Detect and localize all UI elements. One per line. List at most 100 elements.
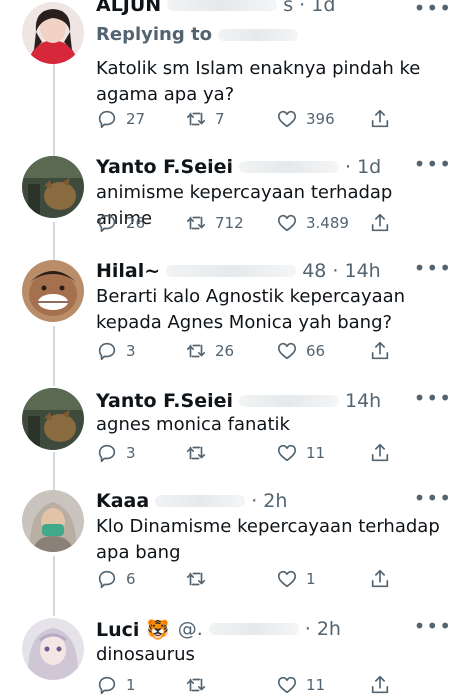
avatar[interactable] <box>22 156 84 218</box>
tweet-actions: 1 11 <box>96 674 454 700</box>
author-handle-blurred <box>155 495 246 507</box>
share-button[interactable] <box>369 674 391 696</box>
reply-icon <box>98 214 116 233</box>
tweet[interactable]: Yanto F.Seiei 14h ••• agnes monica fanat… <box>0 386 474 486</box>
avatar[interactable] <box>22 490 84 552</box>
tweet-timestamp[interactable]: 14h <box>345 390 381 412</box>
retweet-button[interactable] <box>185 568 215 590</box>
author-name[interactable]: Luci 🐯 <box>96 618 170 641</box>
retweet-button[interactable] <box>185 674 215 696</box>
reply-icon <box>98 570 116 589</box>
more-options-icon[interactable]: ••• <box>414 488 452 508</box>
avatar[interactable] <box>22 2 84 64</box>
tweet-actions: 6 1 <box>96 568 454 594</box>
tweet-timestamp[interactable]: · 2h <box>251 490 287 512</box>
retweet-icon <box>186 344 206 358</box>
share-icon <box>371 341 389 360</box>
retweet-button[interactable]: 26 <box>185 340 234 362</box>
reply-button[interactable]: 26 <box>96 212 145 234</box>
author-name[interactable]: ALJUN <box>96 0 161 16</box>
heart-icon <box>277 342 297 360</box>
retweet-icon <box>186 678 206 692</box>
heart-icon <box>277 676 297 694</box>
reply-count: 3 <box>126 342 136 360</box>
author-handle[interactable]: @. <box>178 618 203 640</box>
like-button[interactable]: 11 <box>276 442 325 464</box>
tweet[interactable]: Luci 🐯 @. · 2h ••• dinosaurus 1 11 <box>0 614 474 695</box>
author-handle-blurred <box>167 0 278 11</box>
author-name[interactable]: Yanto F.Seiei <box>96 156 233 178</box>
more-options-icon[interactable]: ••• <box>414 616 452 636</box>
reply-count: 6 <box>126 570 136 588</box>
tweet-actions: 3 11 <box>96 442 454 468</box>
tweet-timestamp[interactable]: 48 · 14h <box>302 260 381 282</box>
like-button[interactable]: 1 <box>276 568 316 590</box>
reply-button[interactable]: 3 <box>96 340 136 362</box>
like-count: 11 <box>306 676 326 694</box>
share-button[interactable] <box>369 568 391 590</box>
tweet-timestamp[interactable]: · 2h <box>305 618 341 640</box>
tweet-text: dinosaurus <box>96 644 195 665</box>
retweet-button[interactable]: 7 <box>185 108 225 130</box>
tweet-timestamp[interactable]: s · 1d <box>283 0 335 16</box>
retweet-icon <box>186 446 206 460</box>
tweet[interactable]: Yanto F.Seiei · 1d ••• animisme kepercay… <box>0 152 474 252</box>
share-icon <box>371 675 389 694</box>
more-options-icon[interactable]: ••• <box>414 154 452 174</box>
tweet[interactable]: ALJUN s · 1d ••• Replying to Katolik sm … <box>0 0 474 150</box>
retweet-icon <box>186 572 206 586</box>
tweet-timestamp[interactable]: · 1d <box>345 156 381 178</box>
more-options-icon[interactable]: ••• <box>414 388 452 408</box>
avatar[interactable] <box>22 260 84 322</box>
like-button[interactable]: 396 <box>276 108 335 130</box>
like-count: 66 <box>306 342 326 360</box>
like-button[interactable]: 66 <box>276 340 325 362</box>
like-count: 1 <box>306 570 316 588</box>
author-handle-blurred <box>239 161 339 173</box>
tweet-text: agnes monica fanatik <box>96 414 290 435</box>
retweet-count: 712 <box>215 214 244 232</box>
like-count: 11 <box>306 444 326 462</box>
more-options-icon[interactable]: ••• <box>414 0 452 18</box>
author-handle-blurred <box>166 265 297 277</box>
retweet-count: 26 <box>215 342 235 360</box>
share-button[interactable] <box>369 212 391 234</box>
tweet-actions: 27 7 396 <box>96 108 454 134</box>
reply-icon <box>98 676 116 695</box>
tweet-actions: 3 26 66 <box>96 340 454 366</box>
retweet-button[interactable]: 712 <box>185 212 244 234</box>
avatar[interactable] <box>22 618 84 680</box>
tweet[interactable]: Kaaa · 2h ••• Klo Dinamisme kepercayaan … <box>0 486 474 612</box>
avatar[interactable] <box>22 388 84 450</box>
reply-button[interactable]: 1 <box>96 674 136 696</box>
like-button[interactable]: 3.489 <box>276 212 349 234</box>
author-name[interactable]: Hilal~ <box>96 260 160 282</box>
share-icon <box>371 443 389 462</box>
more-options-icon[interactable]: ••• <box>414 258 452 278</box>
reply-count: 3 <box>126 444 136 462</box>
retweet-icon <box>186 216 206 230</box>
like-count: 396 <box>306 110 335 128</box>
share-button[interactable] <box>369 340 391 362</box>
share-icon <box>371 569 389 588</box>
retweet-button[interactable] <box>185 442 215 464</box>
author-handle-blurred <box>239 395 339 407</box>
tweet[interactable]: Hilal~ 48 · 14h ••• Berarti kalo Agnosti… <box>0 256 474 382</box>
author-name[interactable]: Yanto F.Seiei <box>96 390 233 412</box>
heart-icon <box>277 214 297 232</box>
reply-button[interactable]: 3 <box>96 442 136 464</box>
author-name[interactable]: Kaaa <box>96 490 149 512</box>
share-button[interactable] <box>369 108 391 130</box>
reply-button[interactable]: 27 <box>96 108 145 130</box>
tweet-text: Berarti kalo Agnostik kepercayaan kepada… <box>96 286 406 333</box>
share-icon <box>371 213 389 232</box>
replying-to: Replying to <box>96 24 304 45</box>
reply-count: 1 <box>126 676 136 694</box>
reply-button[interactable]: 6 <box>96 568 136 590</box>
reply-icon <box>98 342 116 361</box>
replying-to-handle-blurred[interactable] <box>217 28 298 41</box>
like-button[interactable]: 11 <box>276 674 325 696</box>
like-count: 3.489 <box>306 214 349 232</box>
reply-count: 26 <box>126 214 146 232</box>
share-button[interactable] <box>369 442 391 464</box>
